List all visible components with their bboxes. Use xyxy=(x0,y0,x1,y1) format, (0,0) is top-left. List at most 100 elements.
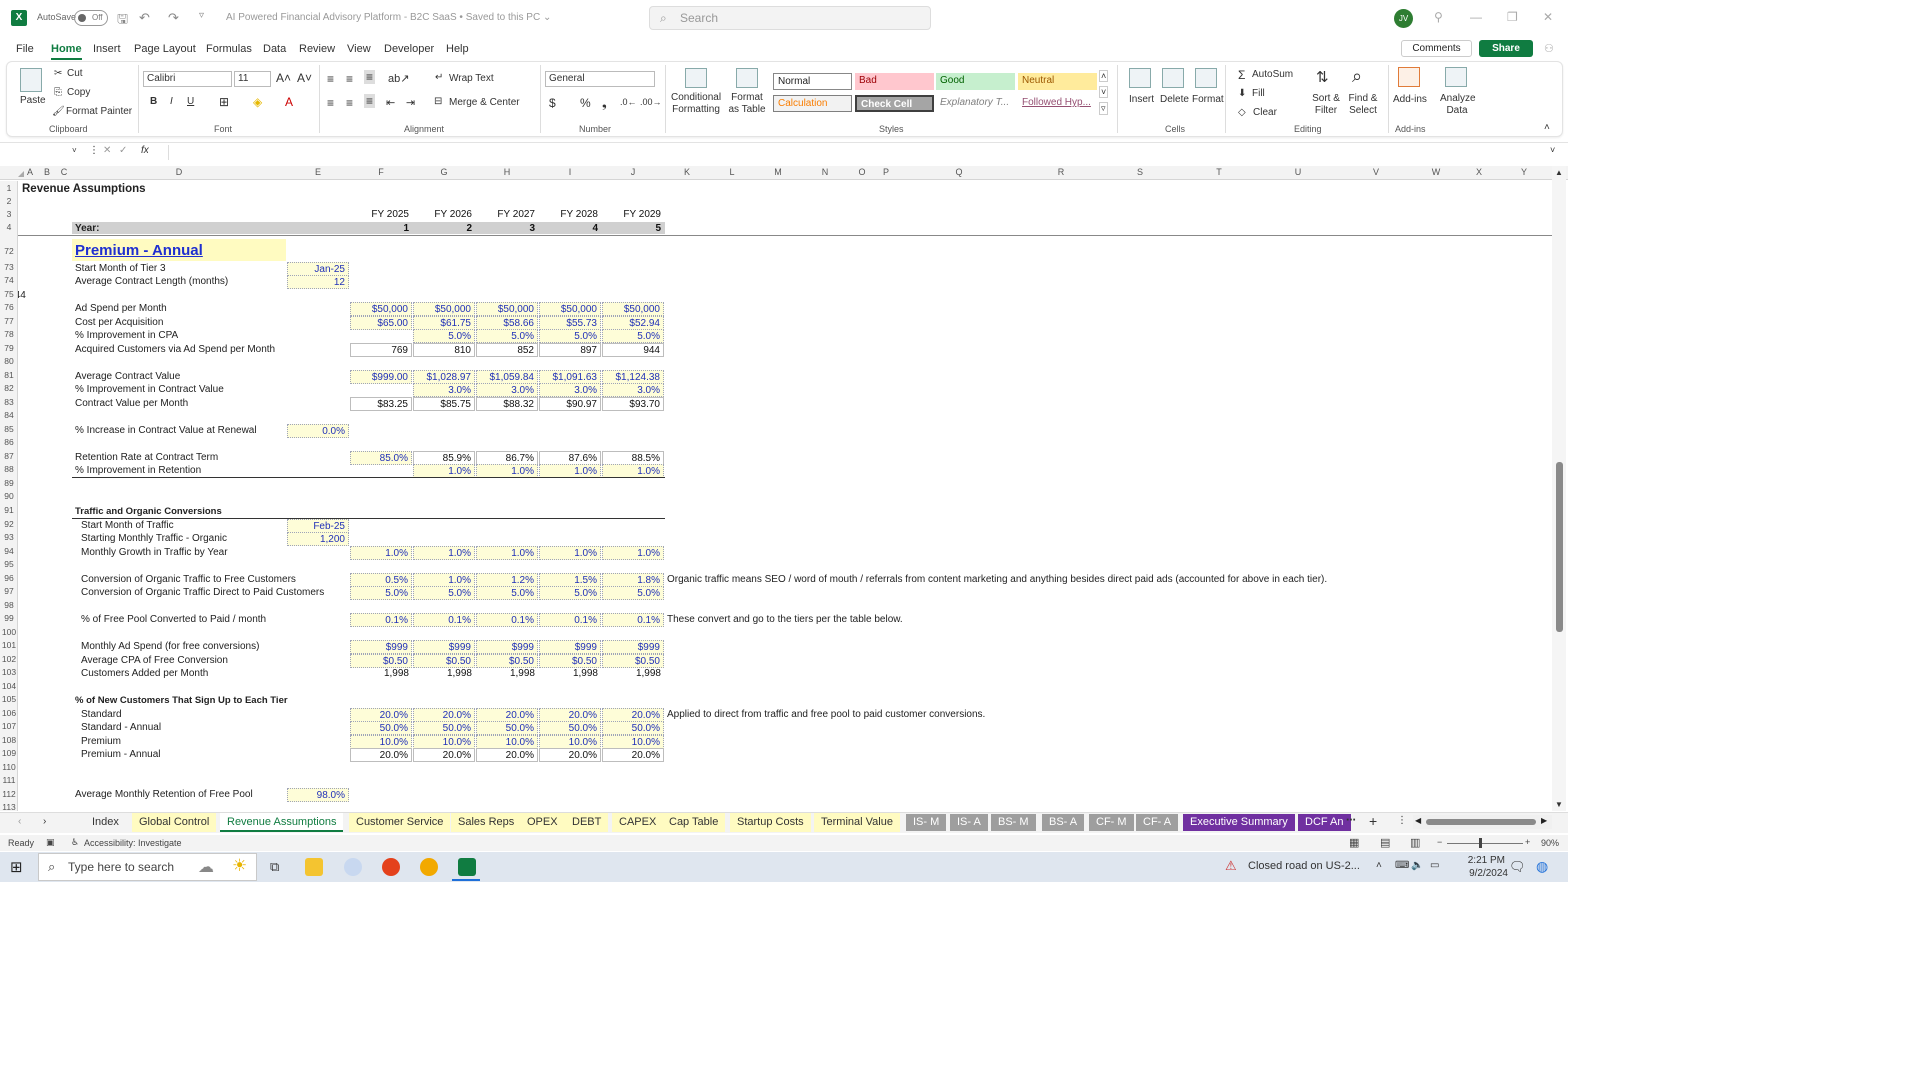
menu-file[interactable]: File xyxy=(16,43,34,55)
col-header-c[interactable]: C xyxy=(58,167,70,177)
chrome-icon[interactable] xyxy=(420,858,438,876)
zoom-level[interactable]: 90% xyxy=(1541,838,1559,848)
merge-center-icon[interactable]: ⊟ xyxy=(434,96,442,107)
input-cell[interactable]: 1.0% xyxy=(413,546,475,560)
page-break-view-icon[interactable]: ▥ xyxy=(1410,836,1420,849)
vertical-scroll-thumb[interactable] xyxy=(1556,462,1563,632)
add-ins-icon[interactable] xyxy=(1398,67,1420,87)
save-icon[interactable]: 🖫 xyxy=(117,10,128,32)
styles-scroll-down-icon[interactable]: ˅ xyxy=(1099,86,1109,98)
menu-insert[interactable]: Insert xyxy=(93,43,121,55)
align-top-icon[interactable]: ≡ xyxy=(327,72,334,86)
italic-icon[interactable]: I xyxy=(170,96,173,107)
tab-cf-m[interactable]: CF- M xyxy=(1089,814,1134,831)
input-cell[interactable]: $999 xyxy=(413,640,475,654)
restore-icon[interactable]: ❐ xyxy=(1507,10,1518,24)
row-header[interactable]: 72 xyxy=(0,246,18,256)
input-cell[interactable]: 5.0% xyxy=(350,586,412,600)
input-cell[interactable]: 50.0% xyxy=(602,721,664,735)
input-cell[interactable]: 3.0% xyxy=(602,383,664,397)
input-cell[interactable]: 1,200 xyxy=(287,532,349,546)
sort-filter-button[interactable]: Sort & Filter xyxy=(1310,93,1342,117)
copy-button[interactable]: Copy xyxy=(67,87,90,98)
decrease-decimal-icon[interactable]: .00→ xyxy=(640,97,662,107)
row-header[interactable]: 96 xyxy=(0,573,18,583)
hscroll-left-icon[interactable]: ◀ xyxy=(1415,816,1421,825)
share-button[interactable]: Share xyxy=(1479,40,1533,57)
row-header[interactable]: 77 xyxy=(0,316,18,326)
row-header[interactable]: 95 xyxy=(0,559,18,569)
formula-input[interactable] xyxy=(168,145,1548,160)
display-icon[interactable]: ▭ xyxy=(1430,860,1439,871)
menu-developer[interactable]: Developer xyxy=(384,43,434,55)
weather-widget-icon[interactable]: ☁ xyxy=(198,857,214,877)
fill-icon[interactable]: ⬇ xyxy=(1238,88,1246,99)
calc-cell[interactable]: 20.0% xyxy=(476,748,538,762)
row-header[interactable]: 85 xyxy=(0,424,18,434)
tab-opex[interactable]: OPEX xyxy=(520,813,565,832)
input-cell[interactable]: 50.0% xyxy=(350,721,412,735)
expand-formula-icon[interactable]: ˅ xyxy=(1550,145,1555,155)
orientation-icon[interactable]: ab↗ xyxy=(388,72,409,85)
cancel-icon[interactable]: ✕ xyxy=(103,145,111,156)
calc-cell[interactable]: $88.32 xyxy=(476,397,538,411)
input-cell[interactable]: $52.94 xyxy=(602,316,664,330)
input-cell[interactable]: $0.50 xyxy=(539,654,601,668)
input-cell[interactable]: 5.0% xyxy=(413,329,475,343)
accessibility-status[interactable]: Accessibility: Investigate xyxy=(84,838,182,848)
style-calculation[interactable]: Calculation xyxy=(773,95,852,112)
news-alert-icon[interactable]: ⚠ xyxy=(1225,858,1237,874)
col-header-r[interactable]: R xyxy=(1022,167,1100,177)
tab-cf-a[interactable]: CF- A xyxy=(1136,814,1179,831)
insert-function-icon[interactable]: fx xyxy=(141,145,149,156)
tab-customer-service[interactable]: Customer Service xyxy=(349,813,451,832)
menu-review[interactable]: Review xyxy=(299,43,335,55)
calc-cell[interactable]: 88.5% xyxy=(602,451,664,465)
menu-data[interactable]: Data xyxy=(263,43,286,55)
input-cell[interactable]: 0.1% xyxy=(413,613,475,627)
input-cell[interactable]: 20.0% xyxy=(476,708,538,722)
input-cell[interactable]: $1,091.63 xyxy=(539,370,601,384)
undo-icon[interactable]: ↶ xyxy=(139,10,150,26)
hscroll-right-icon[interactable]: ▶ xyxy=(1541,816,1547,825)
windows-start-icon[interactable]: ⊞ xyxy=(10,858,23,876)
formula-options-icon[interactable]: ⋮ xyxy=(89,145,99,156)
row-header[interactable]: 109 xyxy=(0,748,18,758)
increase-indent-icon[interactable]: ⇥ xyxy=(406,96,415,109)
input-cell[interactable]: 1.2% xyxy=(476,573,538,587)
col-header-m[interactable]: M xyxy=(755,167,801,177)
copy-icon[interactable]: ⎘ xyxy=(54,87,62,98)
bold-icon[interactable]: B xyxy=(150,96,157,107)
col-header-w[interactable]: W xyxy=(1415,167,1457,177)
task-view-icon[interactable]: ⧉ xyxy=(270,859,279,875)
row-header[interactable]: 99 xyxy=(0,613,18,623)
align-center-icon[interactable]: ≡ xyxy=(346,96,353,110)
decrease-indent-icon[interactable]: ⇤ xyxy=(386,96,395,109)
calc-cell[interactable]: $90.97 xyxy=(539,397,601,411)
input-cell[interactable]: 20.0% xyxy=(602,708,664,722)
taskbar-search-input[interactable]: ⌕ Type here to search xyxy=(38,853,257,881)
row-header[interactable]: 110 xyxy=(0,762,18,772)
input-cell[interactable]: 5.0% xyxy=(539,586,601,600)
menu-page-layout[interactable]: Page Layout xyxy=(134,43,196,55)
font-size-select[interactable]: 11 xyxy=(234,71,271,87)
fill-color-icon[interactable]: ◈ xyxy=(253,95,262,109)
input-cell[interactable]: 1.0% xyxy=(476,464,538,478)
input-cell[interactable]: 50.0% xyxy=(539,721,601,735)
scroll-up-icon[interactable]: ▲ xyxy=(1555,168,1563,177)
tab-is-m[interactable]: IS- M xyxy=(906,814,947,831)
zoom-in-icon[interactable]: + xyxy=(1525,837,1530,847)
close-icon[interactable]: ✕ xyxy=(1543,10,1553,24)
calc-cell[interactable]: 87.6% xyxy=(539,451,601,465)
row-header[interactable]: 81 xyxy=(0,370,18,380)
row-header[interactable]: 112 xyxy=(0,789,18,799)
clear-button[interactable]: Clear xyxy=(1253,107,1277,118)
col-header-y[interactable]: Y xyxy=(1501,167,1547,177)
style-explanatory[interactable]: Explanatory T... xyxy=(936,95,1015,112)
row-header[interactable]: 87 xyxy=(0,451,18,461)
percent-icon[interactable]: % xyxy=(580,96,591,110)
row-header[interactable]: 89 xyxy=(0,478,18,488)
zoom-slider-thumb[interactable] xyxy=(1479,838,1482,848)
file-explorer-icon[interactable] xyxy=(305,858,323,876)
number-format-select[interactable]: General xyxy=(545,71,655,87)
